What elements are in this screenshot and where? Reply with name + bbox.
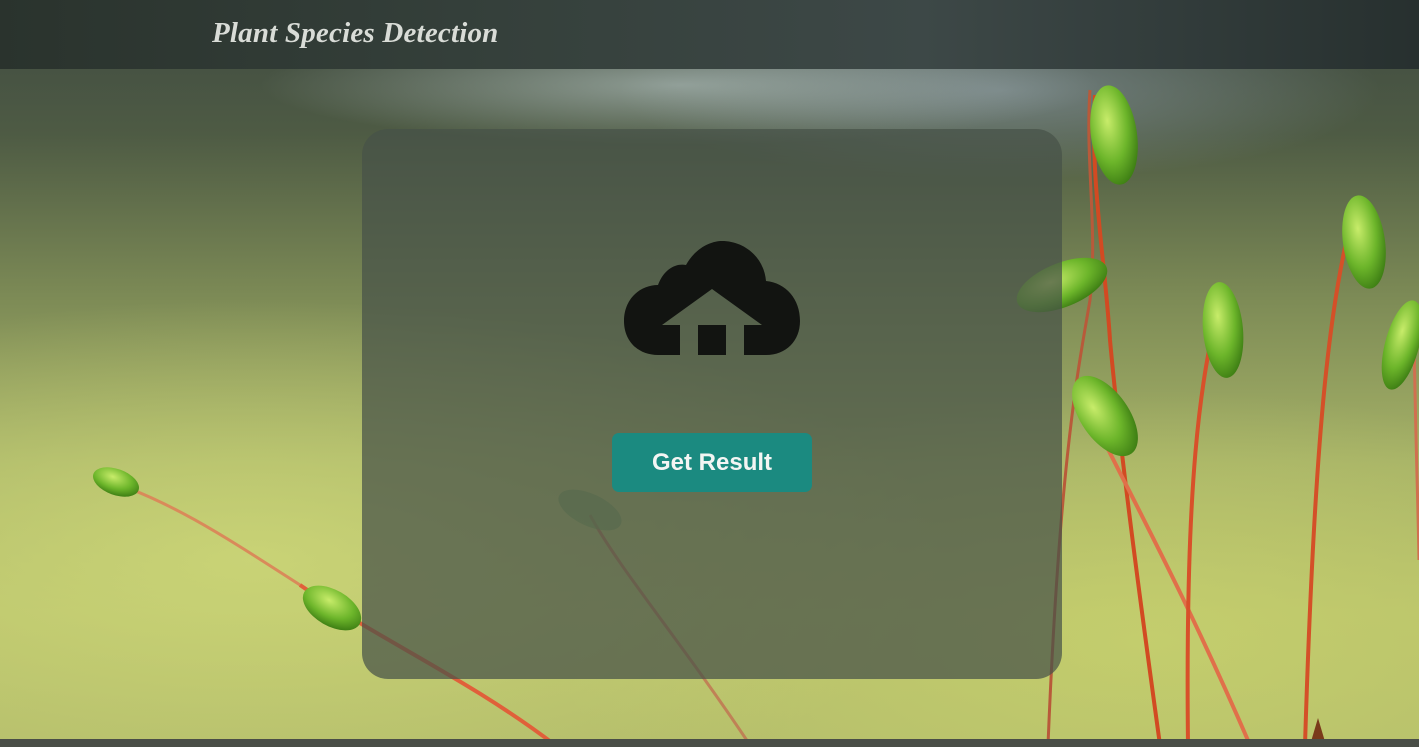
app-title: Plant Species Detection	[212, 17, 499, 49]
cloud-upload-icon[interactable]	[624, 241, 800, 357]
top-navbar: Plant Species Detection	[0, 0, 1419, 69]
upload-panel: Get Result	[362, 129, 1062, 679]
bottom-strip	[0, 739, 1419, 747]
get-result-button[interactable]: Get Result	[612, 433, 812, 492]
